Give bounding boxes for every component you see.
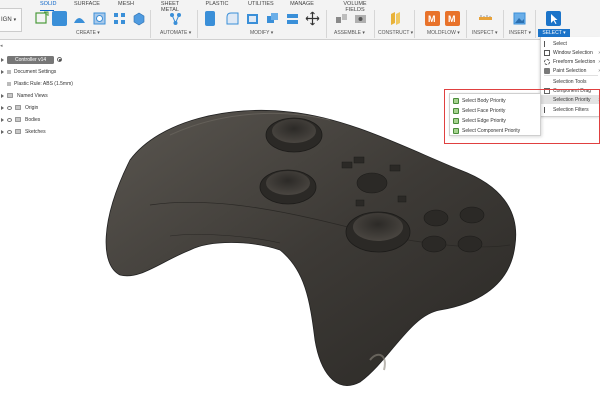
menu-item-paint-selection[interactable]: Paint Selection ›	[541, 66, 600, 75]
menu-item-selection-tools[interactable]: Selection Tools	[541, 77, 600, 86]
menu-separator	[544, 75, 598, 76]
menu-item-label: Window Selection	[553, 49, 593, 56]
menu-item-select[interactable]: Select	[541, 39, 600, 48]
menu-item-window-selection[interactable]: Window Selection ›	[541, 48, 600, 57]
tools-icon	[544, 79, 550, 85]
menu-item-label: Freeform Selection	[553, 58, 596, 65]
menu-item-freeform-selection[interactable]: Freeform Selection ›	[541, 57, 600, 66]
window-select-icon	[544, 49, 550, 56]
menu-item-label: Selection Tools	[553, 78, 587, 85]
paint-select-icon	[544, 67, 550, 74]
controller-model[interactable]	[105, 109, 517, 386]
menu-item-label: Select	[553, 40, 567, 47]
freeform-select-icon	[544, 58, 550, 65]
annotation-highlight-box	[444, 89, 600, 144]
menu-item-label: Paint Selection	[553, 67, 587, 74]
cursor-icon	[544, 40, 550, 47]
viewport-canvas[interactable]	[0, 0, 600, 400]
